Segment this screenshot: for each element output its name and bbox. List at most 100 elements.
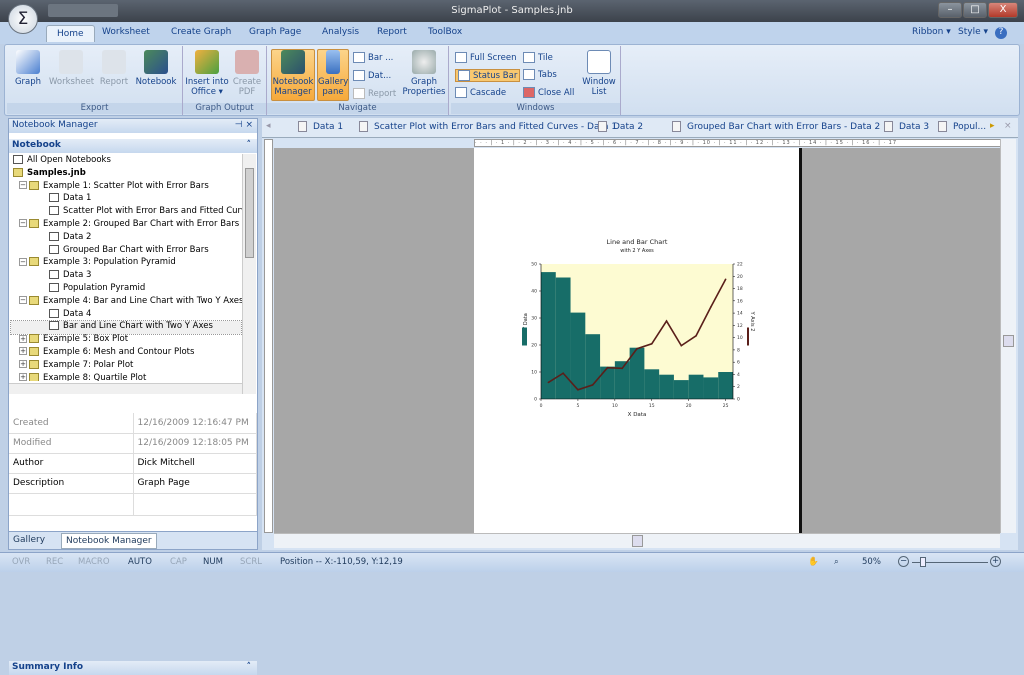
report-nav-button[interactable]: Report [353,88,396,99]
report-export-button[interactable]: Report [97,50,131,87]
tree-item[interactable]: Population Pyramid [11,282,241,296]
graph-export-button[interactable]: Graph [11,50,45,87]
tab-create-graph[interactable]: Create Graph [171,27,231,37]
tab-graph-page[interactable]: Graph Page [249,27,301,37]
close-all-button[interactable]: Close All [523,87,574,98]
tree-item[interactable]: All Open Notebooks [11,155,241,168]
status-bar-button[interactable]: Status Bar [455,69,521,82]
tree-hscrollbar[interactable] [9,383,242,394]
title-bar: SigmaPlot - Samples.jnb – □ X [0,0,1024,22]
tab-toolbox[interactable]: ToolBox [428,27,462,37]
close-all-icon [523,87,535,98]
tree-item[interactable]: − Example 2: Grouped Bar Chart with Error… [11,218,241,232]
graph-properties-button[interactable]: Graph Properties [401,50,447,97]
zoom-slider-thumb[interactable] [920,557,927,567]
style-menu[interactable]: Style ▾ [958,27,988,37]
tree-item[interactable]: − Example 3: Population Pyramid [11,257,241,270]
panel-title: Notebook Manager [12,120,98,130]
close-button[interactable]: X [988,2,1018,18]
summary-value[interactable]: Dick Mitchell [133,453,257,474]
quick-access-toolbar[interactable] [48,4,118,17]
tabs-scroll-right[interactable]: ▸ [990,121,995,131]
zoom-magnifier-icon[interactable]: ⌕ [834,557,839,567]
minimize-button[interactable]: – [938,2,962,18]
doc-tab[interactable]: Data 1 [298,121,343,132]
tree-item[interactable]: Data 4 [11,308,241,322]
full-screen-button[interactable]: Full Screen [455,52,516,63]
app-menu-button[interactable]: Σ [8,4,38,34]
gallery-tab[interactable]: Gallery [13,535,45,545]
expand-toggle[interactable]: + [19,347,27,356]
expand-toggle[interactable]: − [19,181,27,190]
create-pdf-button[interactable]: Create PDF [231,50,263,97]
scroll-thumb[interactable] [245,168,254,258]
tree-item[interactable]: − Example 1: Scatter Plot with Error Bars [11,180,241,194]
tree-item[interactable]: + Example 5: Box Plot [11,334,241,347]
tree-item[interactable]: Grouped Bar Chart with Error Bars [11,244,241,258]
label: Status Bar [473,71,518,81]
window-list-button[interactable]: Window List [579,50,619,97]
expand-toggle[interactable]: + [19,360,27,369]
scroll-thumb[interactable] [632,535,643,547]
pin-close-icons[interactable]: ⊣ × [235,120,253,130]
tabs-button[interactable]: Tabs [523,69,557,80]
tree-item[interactable]: + Example 7: Polar Plot [11,359,241,373]
gallery-pane-button[interactable]: Gallery pane [317,49,349,101]
doc-tab[interactable]: Popul... [938,121,986,132]
tab-report[interactable]: Report [377,27,407,37]
line-bar-chart[interactable]: 0 5 10 15 20 25 0 10 20 30 40 50 0 2 4 6 8 10 12 14 16 18 20 22… [474,148,802,533]
notebook-section-header[interactable]: Notebook ˄ [9,139,257,153]
section-icon [29,359,39,369]
expand-toggle[interactable]: + [19,334,27,343]
summary-value[interactable]: Graph Page [133,473,257,494]
doc-tab[interactable]: Data 2 [598,121,643,132]
expand-toggle[interactable]: − [19,257,27,266]
vertical-scrollbar[interactable] [1000,139,1016,533]
tree-scrollbar[interactable] [242,154,256,394]
doc-tab[interactable]: Data 3 [884,121,929,132]
tree-item[interactable]: Bar and Line Chart with Two Y Axes [10,320,242,336]
status-indicator-cap: CAP [170,557,187,567]
worksheet-export-button[interactable]: Worksheet [49,50,94,87]
tree-item[interactable]: Data 2 [11,231,241,245]
tab-worksheet[interactable]: Worksheet [102,27,150,37]
pan-hand-icon[interactable]: ✋ [808,557,819,567]
graph-page[interactable]: 0 5 10 15 20 25 0 10 20 30 40 50 0 2 4 6 8 10 12 14 16 18 20 22… [474,148,802,533]
summary-header[interactable]: Summary Info ˄ [9,661,257,675]
doc-tab[interactable]: Grouped Bar Chart with Error Bars - Data… [672,121,880,132]
tree-item[interactable]: Scatter Plot with Error Bars and Fitted … [11,206,256,219]
tree-item[interactable]: Samples.jnb [11,167,241,181]
expand-toggle[interactable]: − [19,219,27,228]
notebook-manager-tab[interactable]: Notebook Manager [61,533,157,549]
graph-icon [938,121,947,132]
doc-tab[interactable]: Scatter Plot with Error Bars and Fitted … [359,121,617,132]
insert-into-office-button[interactable]: Insert into Office ▾ [185,50,229,97]
scroll-thumb[interactable] [1003,335,1014,347]
zoom-in-button[interactable]: + [990,556,1001,567]
tree-item[interactable]: Data 3 [11,270,241,283]
close-tab-icon[interactable]: × [1004,121,1012,131]
tree-item[interactable]: + Example 6: Mesh and Contour Plots [11,346,241,360]
zoom-out-button[interactable]: − [898,556,909,567]
help-icon[interactable]: ? [995,27,1007,39]
collapse-icon[interactable]: ˄ [247,662,252,672]
expand-toggle[interactable]: − [19,296,27,305]
tabs-scroll-left[interactable]: ◂ [266,121,271,131]
ribbon-menu[interactable]: Ribbon ▾ [912,27,951,37]
horizontal-scrollbar[interactable] [274,533,1000,548]
zoom-slider[interactable] [912,557,988,567]
collapse-icon[interactable]: ˄ [247,140,252,150]
bar-button[interactable]: Bar ... [353,52,393,63]
maximize-button[interactable]: □ [963,2,987,18]
cascade-button[interactable]: Cascade [455,87,506,98]
tree-item[interactable]: + Example 8: Quartile Plot [11,372,241,381]
notebook-export-button[interactable]: Notebook [133,50,179,87]
tree-item[interactable]: − Example 4: Bar and Line Chart with Two … [11,295,243,309]
tab-analysis[interactable]: Analysis [322,27,359,37]
notebook-manager-button[interactable]: Notebook Manager [271,49,315,101]
tab-home[interactable]: Home [46,25,95,42]
expand-toggle[interactable]: + [19,373,27,381]
tree-item[interactable]: Data 1 [11,193,241,206]
data-button[interactable]: Dat... [353,70,391,81]
tile-button[interactable]: Tile [523,52,553,63]
